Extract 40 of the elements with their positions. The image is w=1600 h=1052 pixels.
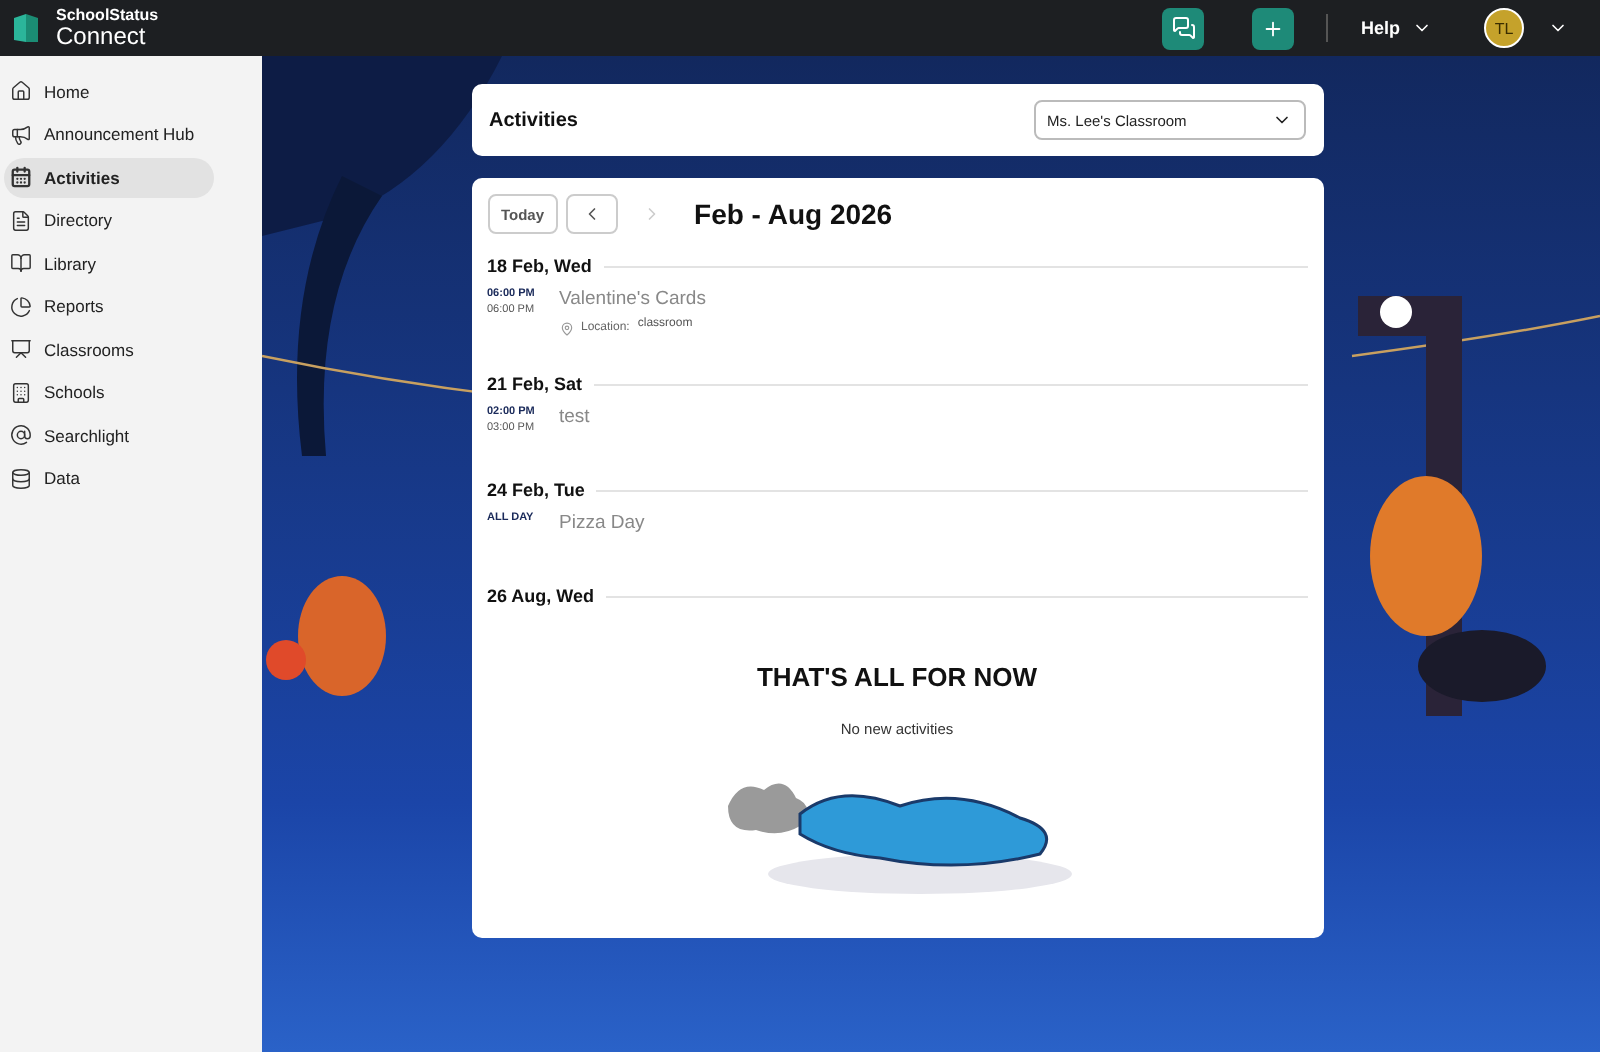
building-icon — [10, 381, 32, 404]
presentation-board-icon — [10, 338, 32, 361]
event-title[interactable]: test — [559, 406, 590, 428]
sidebar-item[interactable]: Home — [4, 72, 214, 111]
plus-icon — [1262, 17, 1285, 39]
day-heading: 26 Aug, Wed — [487, 586, 595, 606]
sidebar-item[interactable]: Schools — [4, 373, 214, 412]
calendar-icon — [10, 166, 32, 189]
sidebar-item[interactable]: Searchlight — [4, 416, 214, 455]
sidebar-item[interactable]: Library — [4, 244, 214, 283]
home-icon — [10, 80, 32, 103]
megaphone-icon — [10, 123, 32, 146]
book-icon — [10, 252, 32, 275]
sidebar-item[interactable]: Announcement Hub — [4, 115, 214, 154]
page-title: Activities — [489, 109, 578, 131]
date-range-title: Feb - Aug 2026 — [694, 198, 893, 230]
empty-state-title: THAT'S ALL FOR NOW — [756, 662, 1038, 692]
location-pin-icon — [559, 322, 573, 336]
sidebar-item[interactable]: Directory — [4, 201, 214, 240]
at-sign-icon — [10, 424, 32, 447]
day-heading: 24 Feb, Tue — [487, 480, 585, 500]
sidebar-item[interactable]: Reports — [4, 287, 214, 326]
user-avatar[interactable]: TL — [1484, 8, 1524, 48]
database-icon — [10, 467, 32, 490]
sidebar-item[interactable]: Classrooms — [4, 330, 214, 369]
messages-button[interactable] — [1162, 7, 1205, 49]
pie-chart-icon — [10, 295, 32, 318]
help-menu[interactable]: Help — [1360, 18, 1432, 38]
day-heading: 18 Feb, Wed — [487, 256, 592, 276]
sidebar-item[interactable]: Data — [4, 459, 214, 498]
event-title[interactable]: Pizza Day — [559, 512, 645, 534]
sidebar-item[interactable]: Activities — [4, 158, 214, 197]
event-title[interactable]: Valentine's Cards — [559, 288, 706, 310]
document-icon — [10, 209, 32, 232]
brand-name: SchoolStatus — [56, 8, 159, 24]
chat-bubbles-icon — [1171, 16, 1196, 40]
add-button[interactable] — [1252, 7, 1295, 49]
day-heading: 21 Feb, Sat — [487, 374, 583, 394]
product-name: Connect — [56, 24, 148, 48]
book-logo-icon — [12, 12, 40, 44]
